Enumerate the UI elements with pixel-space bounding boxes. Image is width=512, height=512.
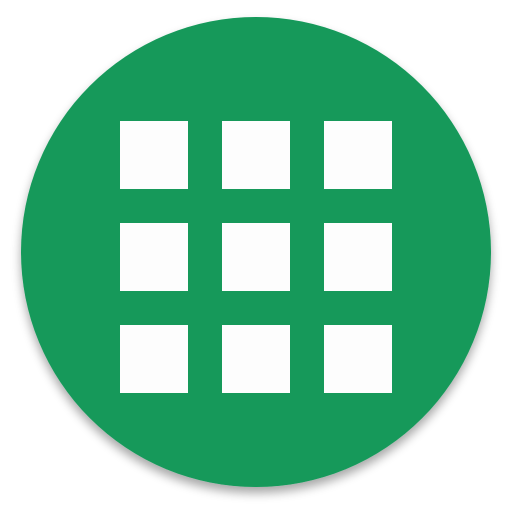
grid-tile: [324, 325, 392, 393]
grid-tile: [324, 121, 392, 189]
grid-tile: [222, 121, 290, 189]
app-grid-icon: [21, 17, 491, 487]
grid-tile: [120, 121, 188, 189]
grid-tile: [120, 223, 188, 291]
grid-tile: [324, 223, 392, 291]
grid-tile: [120, 325, 188, 393]
grid-tile: [222, 325, 290, 393]
grid-tiles: [120, 121, 392, 393]
grid-tile: [222, 223, 290, 291]
app-icon-canvas: [0, 0, 512, 512]
